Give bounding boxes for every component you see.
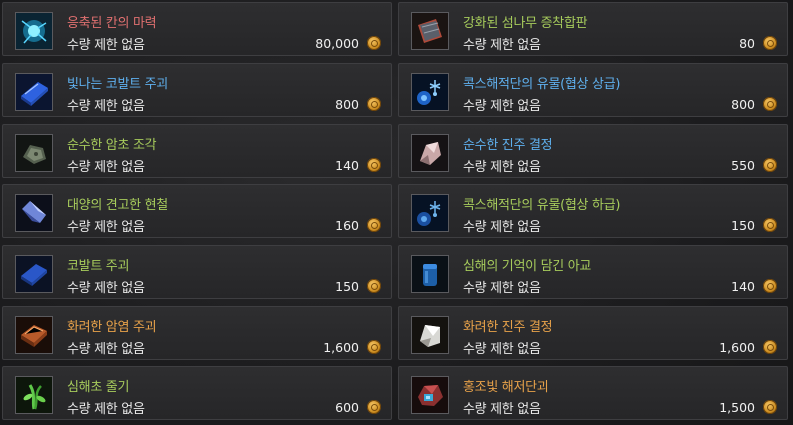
wood-plank-icon bbox=[411, 12, 449, 50]
coin-icon bbox=[763, 158, 777, 172]
item-list: 응축된 칸의 마력 수량 제한 없음 80,000 강화된 섬나무 증착합판 수… bbox=[0, 0, 793, 425]
item-name: 심해초 줄기 bbox=[67, 380, 130, 395]
quantity-limit: 수량 제한 없음 bbox=[67, 38, 145, 53]
item-name: 코발트 주괴 bbox=[67, 259, 130, 274]
item-price: 150 bbox=[731, 218, 755, 233]
coin-icon bbox=[763, 340, 777, 354]
coin-icon bbox=[763, 36, 777, 50]
quantity-limit: 수량 제한 없음 bbox=[463, 220, 541, 235]
quantity-limit: 수량 제한 없음 bbox=[67, 402, 145, 417]
coin-icon bbox=[763, 97, 777, 111]
item-price: 1,500 bbox=[719, 400, 755, 415]
item-price: 800 bbox=[335, 97, 359, 112]
ocean-crystal-icon bbox=[15, 194, 53, 232]
item-slot[interactable]: 화려한 진주 결정 수량 제한 없음 1,600 bbox=[398, 306, 788, 360]
pearl-crystal-icon bbox=[411, 134, 449, 172]
quantity-limit: 수량 제한 없음 bbox=[463, 342, 541, 357]
item-name: 대양의 견고한 현철 bbox=[67, 198, 168, 213]
item-slot[interactable]: 콕스해적단의 유물(협상 상급) 수량 제한 없음 800 bbox=[398, 63, 788, 117]
item-slot[interactable]: 홍조빛 해저단괴 수량 제한 없음 1,500 bbox=[398, 366, 788, 420]
quantity-limit: 수량 제한 없음 bbox=[463, 160, 541, 175]
red-nodule-icon bbox=[411, 376, 449, 414]
item-price: 600 bbox=[335, 400, 359, 415]
coin-icon bbox=[367, 279, 381, 293]
item-name: 심해의 기억이 담긴 아교 bbox=[463, 259, 592, 274]
rock-salt-ingot-icon bbox=[15, 316, 53, 354]
item-price: 160 bbox=[335, 218, 359, 233]
coin-icon bbox=[763, 400, 777, 414]
item-slot[interactable]: 코발트 주괴 수량 제한 없음 150 bbox=[2, 245, 392, 299]
quantity-limit: 수량 제한 없음 bbox=[463, 38, 541, 53]
blue-orb-icon bbox=[15, 12, 53, 50]
glue-jar-icon bbox=[411, 255, 449, 293]
item-slot[interactable]: 빛나는 코발트 주괴 수량 제한 없음 800 bbox=[2, 63, 392, 117]
item-price: 800 bbox=[731, 97, 755, 112]
item-slot[interactable]: 순수한 암초 조각 수량 제한 없음 140 bbox=[2, 124, 392, 178]
quantity-limit: 수량 제한 없음 bbox=[463, 281, 541, 296]
item-name: 응축된 칸의 마력 bbox=[67, 16, 157, 31]
item-price: 1,600 bbox=[719, 340, 755, 355]
item-slot[interactable]: 화려한 암염 주괴 수량 제한 없음 1,600 bbox=[2, 306, 392, 360]
item-name: 화려한 암염 주괴 bbox=[67, 320, 157, 335]
item-slot[interactable]: 순수한 진주 결정 수량 제한 없음 550 bbox=[398, 124, 788, 178]
brilliant-pearl-icon bbox=[411, 316, 449, 354]
quantity-limit: 수량 제한 없음 bbox=[463, 402, 541, 417]
quantity-limit: 수량 제한 없음 bbox=[67, 281, 145, 296]
quantity-limit: 수량 제한 없음 bbox=[463, 99, 541, 114]
quantity-limit: 수량 제한 없음 bbox=[67, 160, 145, 175]
item-price: 550 bbox=[731, 158, 755, 173]
item-slot[interactable]: 응축된 칸의 마력 수량 제한 없음 80,000 bbox=[2, 2, 392, 56]
item-name: 빛나는 코발트 주괴 bbox=[67, 77, 168, 92]
item-name: 화려한 진주 결정 bbox=[463, 320, 553, 335]
quantity-limit: 수량 제한 없음 bbox=[67, 220, 145, 235]
item-name: 순수한 진주 결정 bbox=[463, 138, 553, 153]
item-slot[interactable]: 심해초 줄기 수량 제한 없음 600 bbox=[2, 366, 392, 420]
coin-icon bbox=[367, 400, 381, 414]
glowing-cobalt-ingot-icon bbox=[15, 73, 53, 111]
item-price: 140 bbox=[731, 279, 755, 294]
item-price: 80,000 bbox=[315, 36, 359, 51]
seaweed-stem-icon bbox=[15, 376, 53, 414]
item-price: 1,600 bbox=[323, 340, 359, 355]
coin-icon bbox=[367, 97, 381, 111]
coin-icon bbox=[763, 218, 777, 232]
item-slot[interactable]: 대양의 견고한 현철 수량 제한 없음 160 bbox=[2, 184, 392, 238]
coin-icon bbox=[367, 36, 381, 50]
item-slot[interactable]: 강화된 섬나무 증착합판 수량 제한 없음 80 bbox=[398, 2, 788, 56]
item-name: 콕스해적단의 유물(협상 하급) bbox=[463, 198, 621, 213]
quantity-limit: 수량 제한 없음 bbox=[67, 342, 145, 357]
item-price: 80 bbox=[739, 36, 755, 51]
quantity-limit: 수량 제한 없음 bbox=[67, 99, 145, 114]
coin-icon bbox=[367, 218, 381, 232]
coin-icon bbox=[763, 279, 777, 293]
item-price: 150 bbox=[335, 279, 359, 294]
item-name: 콕스해적단의 유물(협상 상급) bbox=[463, 77, 621, 92]
item-slot[interactable]: 콕스해적단의 유물(협상 하급) 수량 제한 없음 150 bbox=[398, 184, 788, 238]
item-name: 강화된 섬나무 증착합판 bbox=[463, 16, 588, 31]
cobalt-ingot-icon bbox=[15, 255, 53, 293]
item-slot[interactable]: 심해의 기억이 담긴 아교 수량 제한 없음 140 bbox=[398, 245, 788, 299]
pirate-relic-icon bbox=[411, 73, 449, 111]
item-price: 140 bbox=[335, 158, 359, 173]
item-name: 순수한 암초 조각 bbox=[67, 138, 157, 153]
reef-fragment-icon bbox=[15, 134, 53, 172]
item-name: 홍조빛 해저단괴 bbox=[463, 380, 549, 395]
coin-icon bbox=[367, 340, 381, 354]
pirate-relic-lower-icon bbox=[411, 194, 449, 232]
coin-icon bbox=[367, 158, 381, 172]
